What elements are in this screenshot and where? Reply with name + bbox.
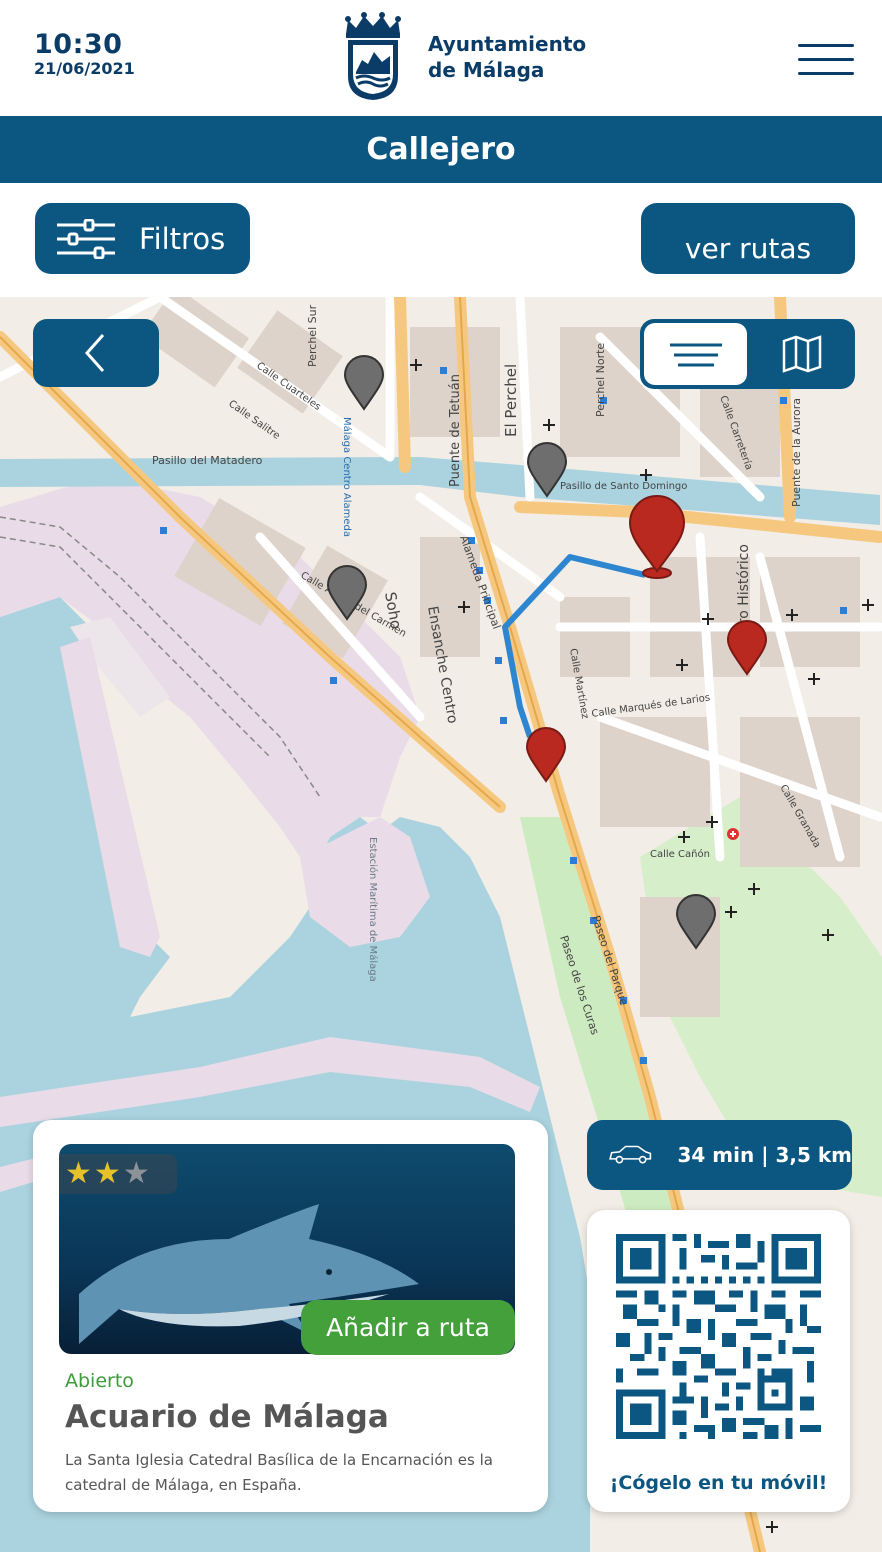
map-pin-gray[interactable] <box>527 442 567 498</box>
brand-line-1: Ayuntamiento <box>428 32 587 56</box>
map-pin-gray[interactable] <box>327 565 367 621</box>
back-button[interactable] <box>33 319 159 387</box>
route-info-chip: 34 min | 3,5 km <box>587 1120 852 1190</box>
filters-label: Filtros <box>139 221 226 256</box>
app-header: 10:30 21/06/2021 Ayuntamiento de Málaga <box>0 0 882 116</box>
place-name: Acuario de Málaga <box>65 1399 389 1435</box>
map-pin-gray[interactable] <box>344 355 384 411</box>
place-description: La Santa Iglesia Catedral Basílica de la… <box>65 1451 493 1494</box>
page-title: Callejero <box>0 116 882 183</box>
view-routes-button[interactable]: ver rutas <box>641 203 855 274</box>
clock-time: 10:30 <box>34 29 123 60</box>
list-icon <box>670 343 722 367</box>
map-view-toggle[interactable] <box>750 323 851 385</box>
street-map[interactable]: Pasillo del Matadero Perchel Sur El Perc… <box>0 297 882 1552</box>
route-duration-distance: 34 min | 3,5 km <box>677 1143 853 1167</box>
map-pin-destination[interactable] <box>628 495 686 581</box>
qr-caption: ¡Cógelo en tu móvil! <box>609 1472 828 1494</box>
qr-code-icon <box>616 1234 821 1439</box>
brand-line-2: de Málaga <box>428 58 545 82</box>
open-status: Abierto <box>65 1370 134 1392</box>
map-label-malaga-centro-alameda: Málaga Centro Alameda <box>341 417 353 537</box>
star-filled-icon: ★ <box>93 1156 123 1191</box>
star-filled-icon: ★ <box>65 1156 94 1191</box>
map-label-calle-canon: Calle Cañón <box>650 848 710 860</box>
map-pin-red[interactable] <box>727 620 767 676</box>
sliders-icon <box>57 218 115 259</box>
car-icon <box>609 1145 652 1164</box>
map-label-calle-salitre: Calle Salitre <box>226 398 281 441</box>
map-label-puente-aurora: Puente de la Aurora <box>790 398 803 507</box>
star-empty-icon: ★ <box>122 1156 152 1191</box>
clock-date: 21/06/2021 <box>34 59 135 78</box>
map-label-pasillo-matadero: Pasillo del Matadero <box>152 454 263 467</box>
view-toggle <box>640 319 855 389</box>
map-label-puente-tetuan: Puente de Tetuán <box>448 374 463 487</box>
map-label-estacion: Estación Marítima de Málaga <box>367 837 379 982</box>
map-pin-gray[interactable] <box>676 894 716 950</box>
chevron-left-icon <box>84 334 105 372</box>
toolbar: Filtros ver rutas <box>0 183 882 297</box>
filters-button[interactable]: Filtros <box>35 203 250 274</box>
place-card[interactable]: ★★★ Añadir a ruta Abierto Acuario de Mál… <box>33 1120 548 1512</box>
map-label-marques-larios: Calle Marqués de Larios <box>591 691 711 720</box>
hamburger-menu-icon[interactable] <box>798 44 854 76</box>
brand-name: Ayuntamiento de Málaga <box>428 31 586 83</box>
map-label-perchel-norte: Perchel Norte <box>594 343 607 417</box>
map-label-el-perchel: El Perchel <box>502 364 520 437</box>
qr-card: ¡Cógelo en tu móvil! <box>587 1210 850 1512</box>
rating-stars: ★★★ <box>59 1154 177 1194</box>
map-label-perchel-sur: Perchel Sur <box>306 304 319 367</box>
add-to-route-button[interactable]: Añadir a ruta <box>301 1300 515 1355</box>
list-view-toggle[interactable] <box>644 323 747 385</box>
map-pin-red[interactable] <box>526 727 566 783</box>
malaga-coat-of-arms-icon <box>345 12 401 100</box>
map-icon <box>782 335 822 373</box>
city-logo: Ayuntamiento de Málaga <box>340 12 586 102</box>
clock: 10:30 21/06/2021 <box>34 30 135 78</box>
map-label-santo-domingo: Pasillo de Santo Domingo <box>560 481 687 492</box>
